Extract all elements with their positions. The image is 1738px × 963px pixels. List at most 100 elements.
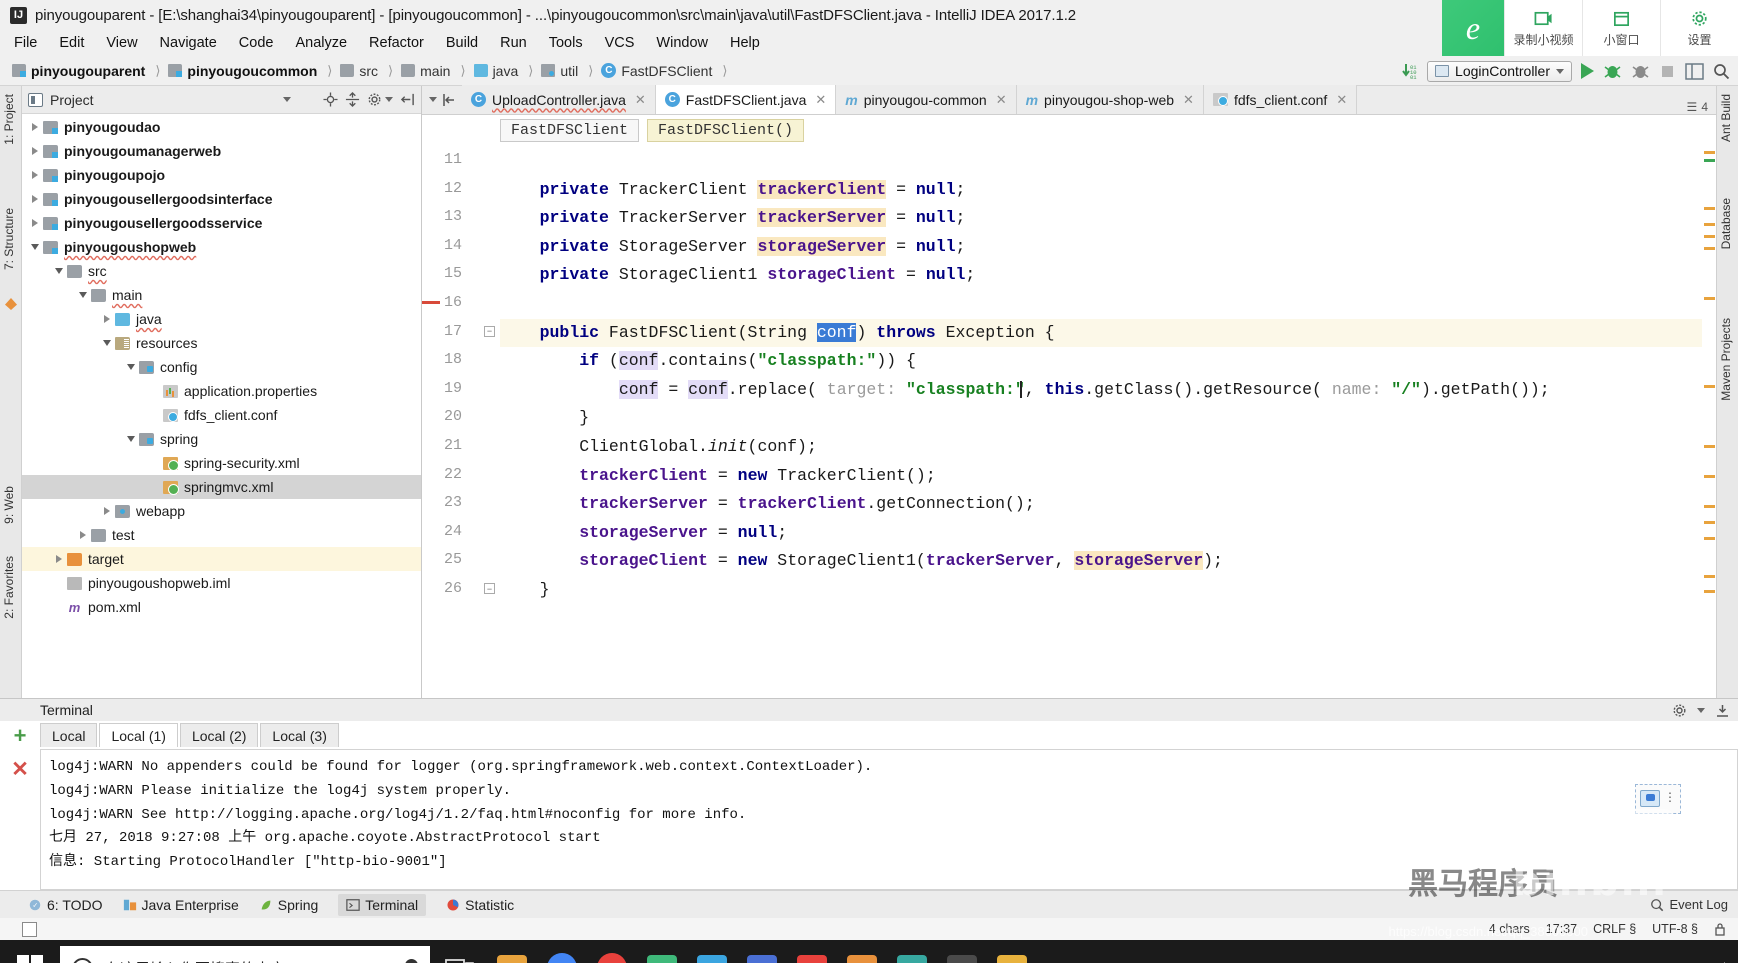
code-fold-marker[interactable]: − <box>484 325 495 337</box>
code-line-21[interactable]: ClientGlobal.init(conf); <box>500 433 817 462</box>
menu-item-navigate[interactable]: Navigate <box>160 35 217 51</box>
gear-chevron-icon[interactable] <box>385 97 393 102</box>
editor-tabs-overflow[interactable]: ☰ 4 <box>1687 100 1716 114</box>
toolwindow-tab-structure[interactable]: 7: Structure <box>2 208 16 270</box>
terminal-tab-local-1-[interactable]: Local (1) <box>99 723 178 747</box>
hide-panel-icon[interactable] <box>400 92 415 107</box>
status-event-log[interactable]: Event Log <box>1650 897 1728 912</box>
tree-collapse-toggle[interactable] <box>98 340 115 346</box>
editor-tab-fastdfsclient-java[interactable]: C FastDFSClient.java ✕ <box>655 85 837 114</box>
breadcrumb-item-main[interactable]: main ⟩ <box>401 63 470 79</box>
tree-node-target[interactable]: target <box>22 547 421 571</box>
terminal-float-icon[interactable] <box>1640 790 1660 808</box>
tree-node-pom-xml[interactable]: m pom.xml <box>22 595 421 619</box>
tree-collapse-toggle[interactable] <box>122 364 139 370</box>
tree-node-spring[interactable]: spring <box>22 427 421 451</box>
chevron-down-icon[interactable] <box>428 97 437 102</box>
close-terminal-session-button[interactable]: ✕ <box>11 759 29 780</box>
tree-expand-toggle[interactable] <box>26 123 43 131</box>
memory-indicator-icon[interactable] <box>22 921 37 937</box>
breadcrumb-item-pinyougoucommon[interactable]: pinyougoucommon ⟩ <box>168 63 337 79</box>
taskbar-search[interactable]: 在这里输入你要搜索的内容 <box>60 946 430 963</box>
error-stripe-mark[interactable] <box>1704 445 1715 448</box>
taskbar-app-list[interactable] <box>490 946 1034 963</box>
error-stripe-mark[interactable] <box>1704 475 1715 478</box>
structure-crumb-method[interactable]: FastDFSClient() <box>647 118 805 142</box>
error-stripe-mark[interactable] <box>1704 505 1715 508</box>
new-terminal-session-button[interactable]: + <box>14 725 27 747</box>
menu-item-edit[interactable]: Edit <box>59 35 84 51</box>
tree-node-pinyougoushopweb[interactable]: pinyougoushopweb <box>22 235 421 259</box>
code-line-20[interactable]: } <box>500 404 589 433</box>
tree-expand-toggle[interactable] <box>26 171 43 179</box>
menu-item-window[interactable]: Window <box>656 35 708 51</box>
collapse-all-icon[interactable] <box>345 92 360 107</box>
project-tree[interactable]: pinyougoudao pinyougoumanagerweb pinyougou… <box>22 114 421 698</box>
error-stripe-mark[interactable] <box>1704 575 1715 578</box>
status-item-todo[interactable]: ✓ 6: TODO <box>28 897 103 913</box>
code-line-22[interactable]: trackerClient = new TrackerClient(); <box>500 462 936 491</box>
tree-node-webapp[interactable]: webapp <box>22 499 421 523</box>
recorder-window-button[interactable]: 小窗口 <box>1582 0 1660 56</box>
error-stripe-mark[interactable] <box>1704 247 1715 250</box>
code-line-14[interactable]: private StorageServer storageServer = nu… <box>500 233 965 262</box>
tab-list-icon[interactable]: ☰ <box>1687 100 1698 114</box>
tree-node-pinyougousellergoodsservice[interactable]: pinyougousellergoodsservice <box>22 211 421 235</box>
microphone-icon[interactable] <box>405 959 418 963</box>
status-item-java-enterprise[interactable]: Java Enterprise <box>123 897 239 913</box>
menu-item-view[interactable]: View <box>106 35 137 51</box>
error-stripe-mark[interactable] <box>1704 151 1715 154</box>
close-icon[interactable]: ✕ <box>996 92 1007 108</box>
toolwindow-tab-maven-projects[interactable]: Maven Projects <box>1719 318 1733 401</box>
breadcrumb-item-pinyougouparent[interactable]: pinyougouparent ⟩ <box>12 63 165 79</box>
tree-node-spring-security-xml[interactable]: spring-security.xml <box>22 451 421 475</box>
favorites-pin-icon[interactable] <box>5 298 17 310</box>
error-stripe-mark[interactable] <box>1704 385 1715 388</box>
menu-item-tools[interactable]: Tools <box>549 35 583 51</box>
gear-icon[interactable] <box>1672 703 1687 718</box>
tree-node-pinyougoudao[interactable]: pinyougoudao <box>22 115 421 139</box>
close-icon[interactable]: ✕ <box>635 92 646 108</box>
editor-tabs[interactable]: C UploadController.java ✕ C FastDFSClient.ja… <box>422 85 1716 115</box>
tree-expand-toggle[interactable] <box>98 507 115 515</box>
code-line-24[interactable]: storageServer = null; <box>500 519 787 548</box>
taskbar-app-teal[interactable] <box>890 946 934 963</box>
code-line-26[interactable]: } <box>500 576 550 605</box>
toolwindow-tab-ant-build[interactable]: Ant Build <box>1719 94 1733 142</box>
toolwindow-tab-project[interactable]: 1: Project <box>2 94 16 145</box>
status-line-separator[interactable]: CRLF § <box>1593 922 1636 936</box>
error-stripe-mark[interactable] <box>1704 297 1715 300</box>
code-line-15[interactable]: private StorageClient1 storageClient = n… <box>500 261 976 290</box>
error-stripe-mark[interactable] <box>1704 159 1715 162</box>
tree-expand-toggle[interactable] <box>26 219 43 227</box>
toolwindow-tab-web[interactable]: 9: Web <box>2 486 16 524</box>
breadcrumb-item-java[interactable]: java ⟩ <box>473 63 539 79</box>
windows-start-icon[interactable] <box>8 946 52 963</box>
code-line-23[interactable]: trackerServer = trackerClient.getConnect… <box>500 490 1035 519</box>
toolwindow-tab-database[interactable]: Database <box>1719 198 1733 249</box>
run-coverage-icon[interactable] <box>1631 62 1650 81</box>
stop-icon[interactable] <box>1659 63 1676 80</box>
tree-expand-toggle[interactable] <box>26 147 43 155</box>
code-line-19[interactable]: conf = conf.replace( target: "classpath:… <box>500 376 1550 405</box>
tree-collapse-toggle[interactable] <box>74 292 91 298</box>
editor-gutter[interactable]: 11 12 13 14 15 16 17 18 19 20 21 22 23 24 25 26 − − <box>422 145 500 698</box>
tree-node-config[interactable]: config <box>22 355 421 379</box>
toolwindow-tab-favorites[interactable]: 2: Favorites <box>2 556 16 619</box>
breadcrumb-item-src[interactable]: src ⟩ <box>340 63 398 79</box>
editor-error-stripe[interactable] <box>1702 145 1716 698</box>
chevron-down-icon[interactable] <box>1697 707 1705 713</box>
taskbar-chrome-app[interactable] <box>540 946 584 963</box>
terminal-output[interactable]: log4j:WARN No appenders could be found f… <box>40 749 1738 890</box>
tree-node-test[interactable]: test <box>22 523 421 547</box>
taskbar-app-green[interactable] <box>640 946 684 963</box>
tree-collapse-toggle[interactable] <box>50 268 67 274</box>
recorder-record-button[interactable]: 录制小视频 <box>1504 0 1582 56</box>
editor-tab-fdfs-client-conf[interactable]: fdfs_client.conf ✕ <box>1203 85 1358 114</box>
layout-icon[interactable] <box>1685 62 1704 80</box>
code-line-17[interactable]: public FastDFSClient(String conf) throws… <box>500 319 1055 348</box>
tree-expand-toggle[interactable] <box>74 531 91 539</box>
tree-node-application-properties[interactable]: application.properties <box>22 379 421 403</box>
error-stripe-mark[interactable] <box>1704 521 1715 524</box>
tree-node-pinyougoumanagerweb[interactable]: pinyougoumanagerweb <box>22 139 421 163</box>
